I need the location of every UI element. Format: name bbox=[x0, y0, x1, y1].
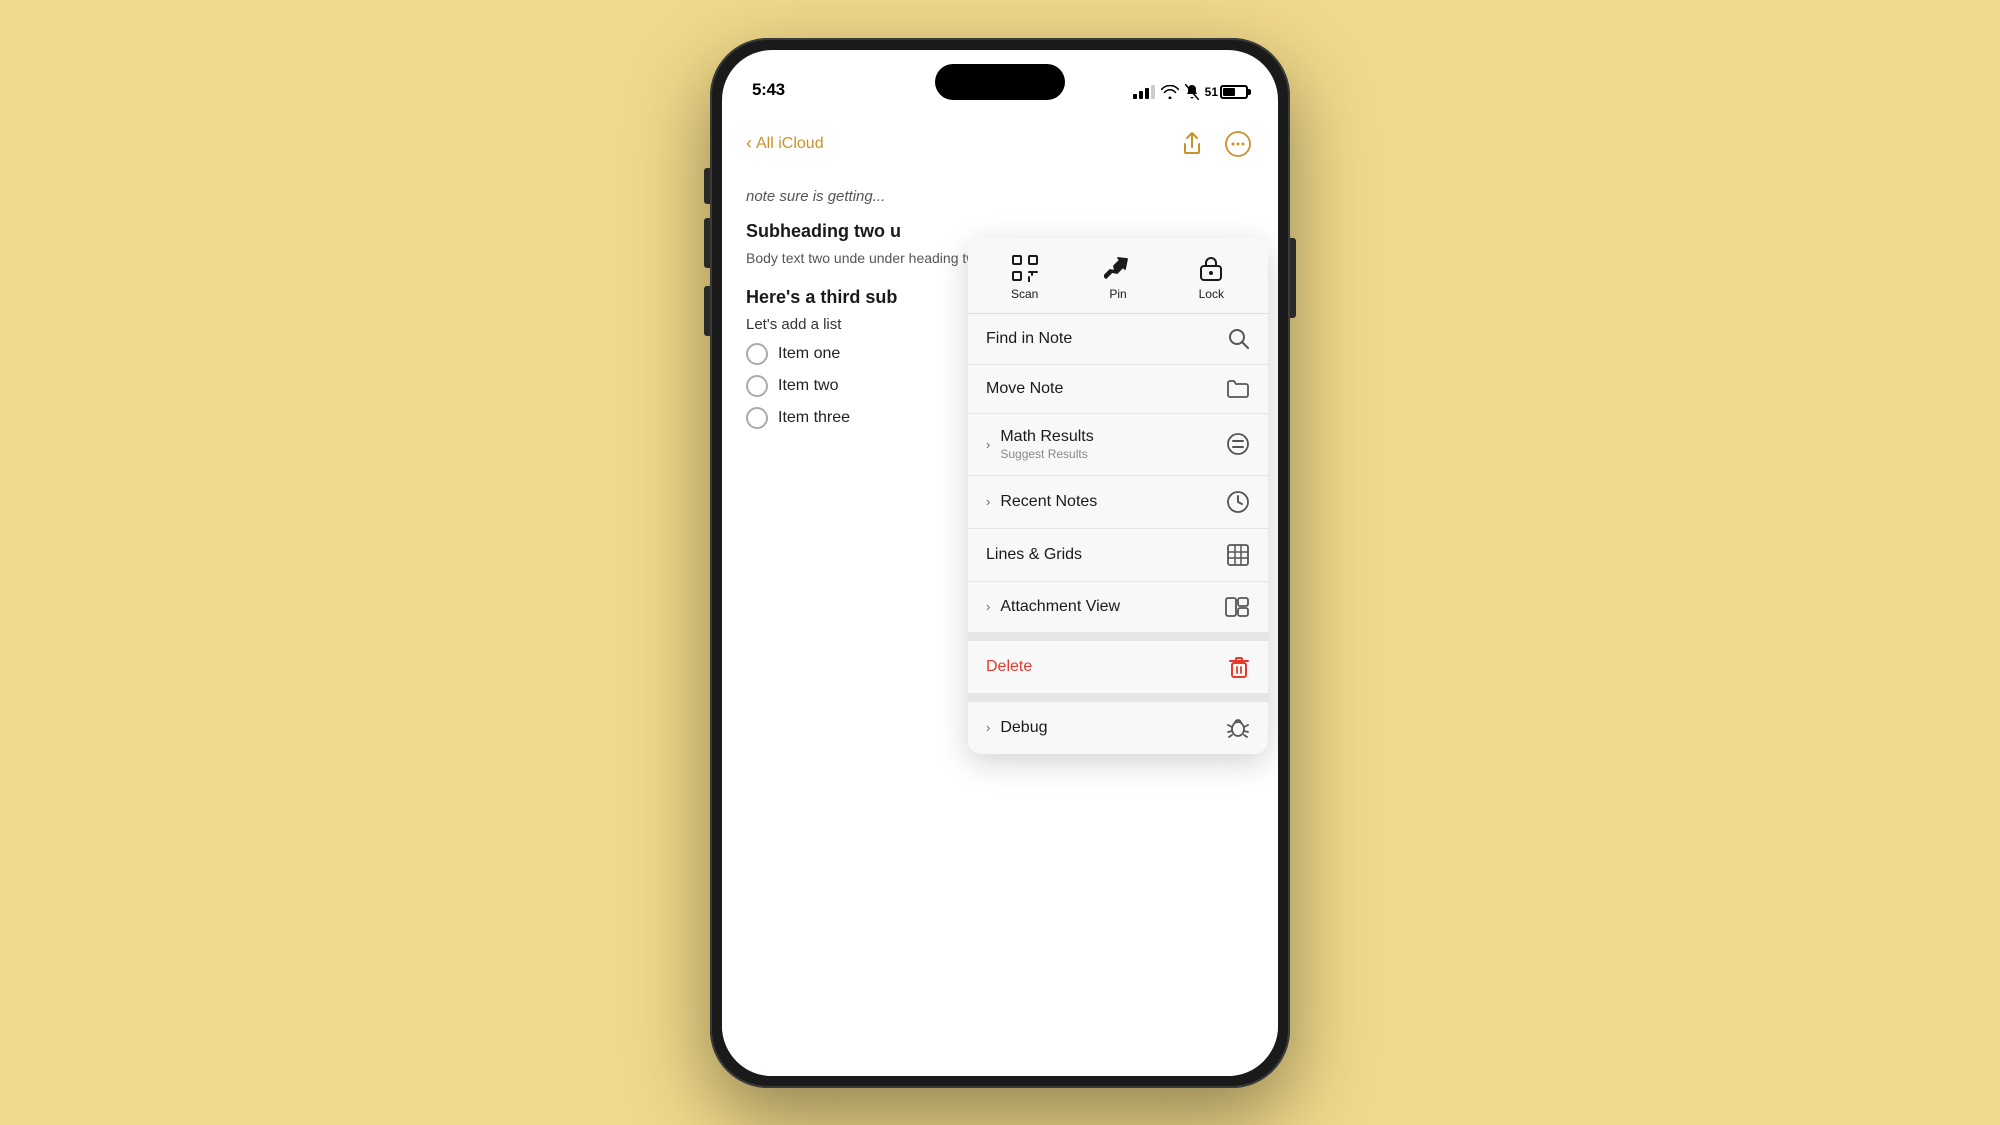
search-icon bbox=[1228, 328, 1250, 350]
recent-notes-left: › Recent Notes bbox=[986, 493, 1097, 511]
status-icons: 51 bbox=[1133, 84, 1248, 100]
scan-icon bbox=[1011, 254, 1039, 282]
attachment-view-chevron-icon: › bbox=[986, 599, 990, 614]
layout-icon bbox=[1224, 596, 1250, 618]
volume-up-button[interactable] bbox=[704, 218, 710, 268]
lock-label: Lock bbox=[1199, 287, 1224, 301]
lines-grids-item[interactable]: Lines & Grids bbox=[968, 529, 1268, 582]
find-in-note-label: Find in Note bbox=[986, 330, 1072, 348]
mute-bell-icon bbox=[1185, 84, 1199, 100]
share-button[interactable] bbox=[1176, 128, 1208, 160]
attachment-view-item[interactable]: › Attachment View bbox=[968, 582, 1268, 633]
delete-label: Delete bbox=[986, 658, 1032, 676]
checkbox-1[interactable] bbox=[746, 343, 768, 365]
scan-button[interactable]: Scan bbox=[990, 254, 1060, 301]
signal-icon bbox=[1133, 85, 1155, 99]
folder-icon bbox=[1226, 379, 1250, 399]
find-in-note-item[interactable]: Find in Note bbox=[968, 314, 1268, 365]
checklist-label-2: Item two bbox=[778, 377, 838, 395]
more-icon bbox=[1225, 131, 1251, 157]
nav-bar: ‹ All iCloud bbox=[746, 128, 1254, 168]
debug-chevron-icon: › bbox=[986, 720, 990, 735]
status-time: 5:43 bbox=[752, 80, 785, 100]
wifi-icon bbox=[1161, 85, 1179, 99]
lock-icon bbox=[1198, 254, 1224, 282]
scan-label: Scan bbox=[1011, 287, 1038, 301]
recent-notes-item[interactable]: › Recent Notes bbox=[968, 476, 1268, 529]
menu-divider bbox=[968, 633, 1268, 641]
volume-down-button[interactable] bbox=[704, 286, 710, 336]
attachment-view-label: Attachment View bbox=[1000, 598, 1120, 616]
delete-item[interactable]: Delete bbox=[968, 641, 1268, 694]
note-fade-text: note sure is getting... bbox=[746, 188, 1254, 205]
pin-icon bbox=[1104, 254, 1132, 282]
pin-button[interactable]: Pin bbox=[1083, 254, 1153, 301]
back-button[interactable]: ‹ All iCloud bbox=[746, 133, 824, 154]
menu-divider-2 bbox=[968, 694, 1268, 702]
recent-notes-label: Recent Notes bbox=[1000, 493, 1097, 511]
math-results-item[interactable]: › Math Results Suggest Results bbox=[968, 414, 1268, 476]
debug-item[interactable]: › Debug bbox=[968, 702, 1268, 754]
debug-left: › Debug bbox=[986, 719, 1048, 737]
math-results-left: › Math Results Suggest Results bbox=[986, 428, 1094, 461]
math-results-chevron-icon: › bbox=[986, 437, 990, 452]
nav-actions bbox=[1176, 128, 1254, 160]
grid-icon bbox=[1226, 543, 1250, 567]
move-note-left: Move Note bbox=[986, 380, 1063, 398]
battery-icon: 51 bbox=[1205, 85, 1248, 99]
checkbox-3[interactable] bbox=[746, 407, 768, 429]
trash-icon bbox=[1228, 655, 1250, 679]
lock-button[interactable]: Lock bbox=[1176, 254, 1246, 301]
battery-percent: 51 bbox=[1205, 85, 1218, 99]
back-chevron-icon: ‹ bbox=[746, 133, 752, 154]
power-button[interactable] bbox=[1290, 238, 1296, 318]
dynamic-island bbox=[935, 64, 1065, 100]
dropdown-menu: Scan Pin Lock bbox=[968, 238, 1268, 754]
back-label: All iCloud bbox=[756, 135, 824, 153]
phone-screen: 5:43 bbox=[722, 50, 1278, 1076]
dropdown-icon-row: Scan Pin Lock bbox=[968, 238, 1268, 314]
mute-button[interactable] bbox=[704, 168, 710, 204]
move-note-label: Move Note bbox=[986, 380, 1063, 398]
math-results-sublabel: Suggest Results bbox=[1000, 447, 1093, 461]
attachment-view-left: › Attachment View bbox=[986, 598, 1120, 616]
more-button[interactable] bbox=[1222, 128, 1254, 160]
clock-icon bbox=[1226, 490, 1250, 514]
bug-icon bbox=[1226, 716, 1250, 740]
move-note-item[interactable]: Move Note bbox=[968, 365, 1268, 414]
delete-left: Delete bbox=[986, 658, 1032, 676]
math-results-label-group: Math Results Suggest Results bbox=[1000, 428, 1093, 461]
phone-frame: 5:43 bbox=[710, 38, 1290, 1088]
checklist-label-1: Item one bbox=[778, 345, 840, 363]
share-icon bbox=[1181, 132, 1203, 156]
checklist-label-3: Item three bbox=[778, 409, 850, 427]
recent-notes-chevron-icon: › bbox=[986, 494, 990, 509]
lines-grids-label: Lines & Grids bbox=[986, 546, 1082, 564]
equal-circle-icon bbox=[1226, 432, 1250, 456]
lines-grids-left: Lines & Grids bbox=[986, 546, 1082, 564]
note-background: ‹ All iCloud bbox=[722, 108, 1278, 1076]
debug-label: Debug bbox=[1000, 719, 1047, 737]
pin-label: Pin bbox=[1109, 287, 1126, 301]
checkbox-2[interactable] bbox=[746, 375, 768, 397]
find-in-note-left: Find in Note bbox=[986, 330, 1072, 348]
math-results-label: Math Results bbox=[1000, 428, 1093, 446]
